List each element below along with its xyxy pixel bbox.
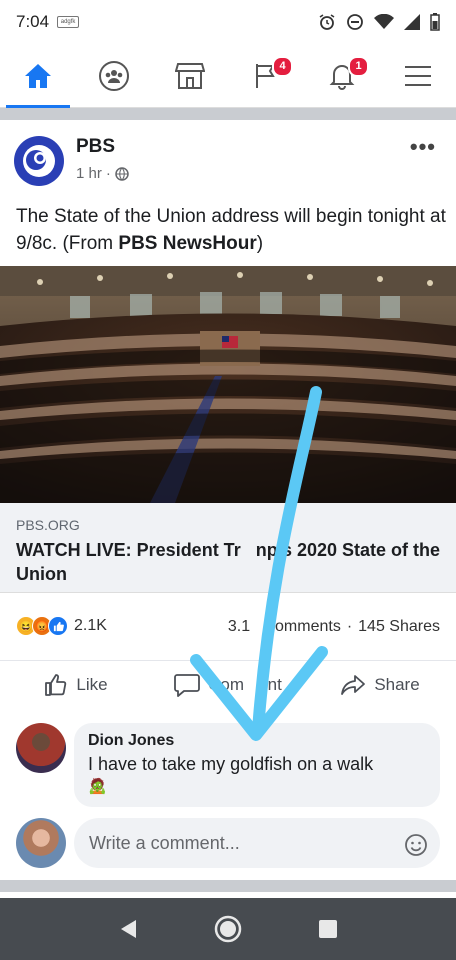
comment-bubble-icon — [174, 673, 201, 697]
link-domain: PBS.ORG — [16, 517, 80, 533]
share-label: Share — [374, 674, 420, 694]
status-icons — [318, 13, 440, 31]
engagement-counts: 3.1 Comments · 145 Shares — [228, 618, 440, 636]
globe-icon — [115, 166, 129, 181]
comment-emoji: 🧟 — [88, 778, 107, 795]
reactions-summary: 😆 😡 2.1K 3.1 Comments · 145 Shares — [0, 610, 456, 644]
link-preview-box[interactable]: PBS.ORG WATCH LIVE: President Tr np's 20… — [0, 503, 456, 593]
comment-text: I have to take my goldfish on a walk — [88, 754, 374, 774]
thumbs-up-icon — [45, 673, 67, 696]
pbs-logo-icon — [23, 145, 55, 177]
link-title[interactable]: WATCH LIVE: President Tr np's 2020 State… — [16, 538, 446, 586]
shares-count[interactable]: 145 Shares — [358, 618, 440, 636]
share-arrow-icon — [341, 674, 366, 695]
like-label: Like — [76, 674, 108, 694]
commenter-avatar[interactable] — [16, 723, 66, 773]
share-button[interactable]: Share — [304, 661, 456, 708]
marketplace-icon — [175, 62, 205, 89]
notifications-badge: 1 — [348, 55, 369, 77]
home-button-icon[interactable] — [213, 914, 243, 944]
comment-label: Com ent — [208, 674, 282, 694]
emoji-icon[interactable] — [404, 833, 428, 857]
tab-groups[interactable] — [76, 44, 152, 108]
tab-marketplace[interactable] — [152, 44, 228, 108]
link-preview-image[interactable] — [0, 266, 456, 503]
comment-author[interactable]: Dion Jones — [88, 732, 426, 750]
comment-bubble[interactable]: Dion Jones I have to take my goldfish on… — [74, 723, 440, 807]
comments-count[interactable]: 3.1 Comments — [228, 618, 341, 636]
dnd-icon — [347, 14, 363, 30]
tab-menu[interactable] — [380, 44, 456, 108]
alarm-icon — [319, 14, 335, 30]
page-name[interactable]: PBS — [76, 136, 115, 158]
tab-home[interactable] — [0, 44, 76, 108]
like-button[interactable]: Like — [0, 661, 152, 708]
more-options-icon[interactable]: ••• — [410, 134, 436, 160]
groups-icon — [99, 60, 129, 91]
pages-badge: 4 — [272, 55, 293, 77]
tab-pages[interactable]: 4 — [228, 44, 304, 108]
comment-button[interactable]: Com ent — [152, 661, 304, 708]
post-text-end: ) — [256, 233, 264, 254]
feed-divider-bottom — [0, 880, 456, 892]
status-bar: 7:04 adgfk — [0, 0, 456, 44]
status-time: 7:04 — [16, 12, 50, 31]
post-text-source[interactable]: PBS NewsHour — [118, 233, 256, 254]
current-user-avatar — [16, 818, 66, 868]
post-actions: Like Com ent Share — [0, 660, 456, 708]
battery-icon — [430, 13, 440, 31]
comment-item: Dion Jones I have to take my goldfish on… — [0, 720, 456, 810]
post-text: The State of the Union address will begi… — [16, 203, 446, 257]
write-comment-input[interactable] — [74, 818, 440, 868]
pbs-avatar[interactable] — [14, 136, 64, 186]
wifi-icon — [374, 14, 394, 29]
tab-notifications[interactable]: 1 — [304, 44, 380, 108]
reaction-count: 2.1K — [74, 617, 107, 634]
post-header: PBS 1 hr · ••• — [0, 128, 456, 188]
home-icon — [25, 63, 51, 88]
congress-chamber-image — [0, 266, 456, 503]
notification-app-icon: adgfk — [57, 16, 80, 28]
system-navigation-bar — [0, 898, 456, 960]
post-meta: 1 hr · — [76, 165, 129, 182]
top-navigation: 4 1 — [0, 44, 456, 108]
hamburger-menu-icon — [405, 65, 431, 86]
back-icon[interactable] — [118, 918, 138, 940]
counts-separator: · — [346, 618, 353, 635]
like-reaction-icon — [48, 616, 68, 636]
meta-separator: · — [105, 165, 111, 182]
recents-icon[interactable] — [318, 919, 338, 939]
write-comment-row — [0, 815, 456, 873]
reaction-icons[interactable]: 😆 😡 2.1K — [16, 616, 107, 636]
signal-icon — [404, 14, 420, 30]
post-time: 1 hr — [76, 165, 102, 182]
feed-divider — [0, 108, 456, 120]
